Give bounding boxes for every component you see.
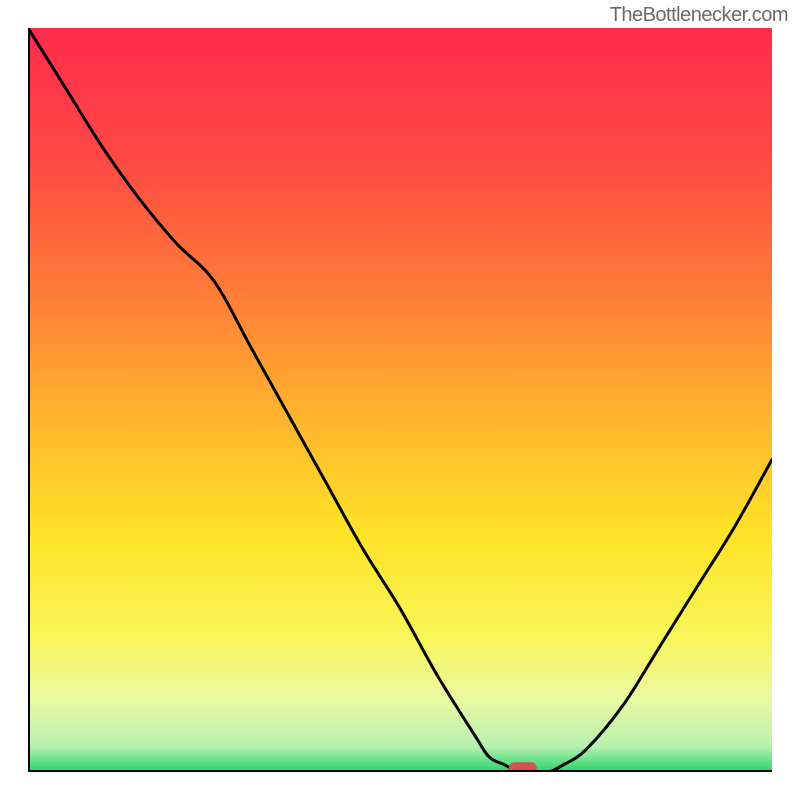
bottleneck-chart [28, 28, 772, 772]
chart-svg [28, 28, 772, 772]
chart-background [28, 28, 772, 772]
watermark-text: TheBottlenecker.com [610, 4, 788, 27]
